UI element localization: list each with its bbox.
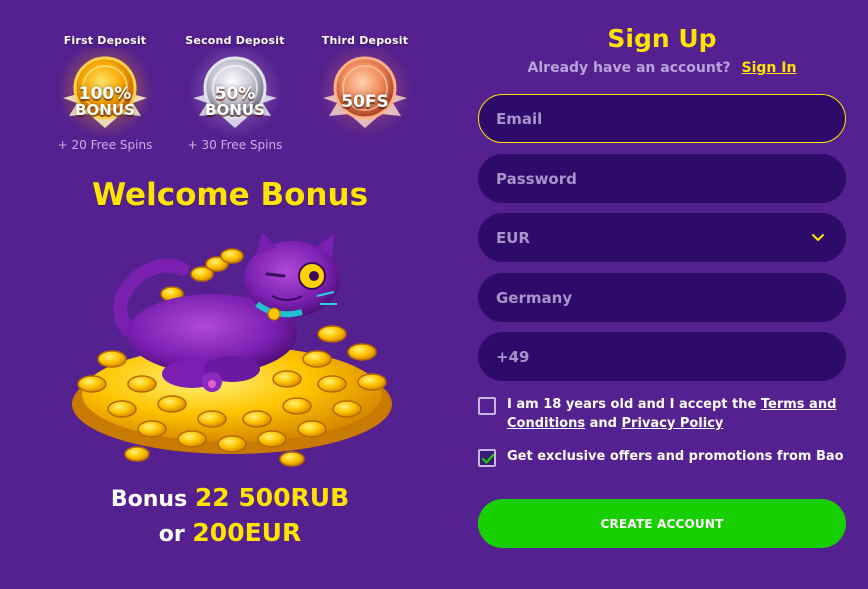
badge-value: 50FS <box>300 92 430 112</box>
badge-first-deposit: First Deposit 100% BONUS + 20 Free Spins <box>40 28 170 158</box>
badge-caption: Second Deposit <box>185 34 285 47</box>
password-input[interactable] <box>496 169 796 188</box>
signin-link[interactable]: Sign In <box>742 60 797 76</box>
badge-caption: First Deposit <box>63 34 147 47</box>
bonus-amount-eur: 200EUR <box>192 518 302 547</box>
age-terms-text: I am 18 years old and I accept the Terms… <box>507 395 846 433</box>
age-and: and <box>589 416 617 431</box>
welcome-bonus-title: Welcome Bonus <box>91 177 369 213</box>
cat-on-gold-coins-illustration <box>72 234 392 467</box>
badge-second-deposit: Second Deposit 50% BONUS + 30 Free Spins <box>170 28 300 158</box>
age-text: I am 18 years old and I accept the <box>507 397 757 412</box>
country-field[interactable]: Germany <box>478 273 846 322</box>
badge-value-line1: 50FS <box>341 92 389 112</box>
badge-value: 100% BONUS <box>40 86 170 119</box>
phone-prefix: +49 <box>496 347 530 366</box>
bonus-amount-line: Bonus 22 500RUB <box>0 483 460 512</box>
offers-checkbox[interactable] <box>478 449 496 467</box>
bonus-prefix: Bonus <box>110 487 188 512</box>
create-account-button[interactable]: CREATE ACCOUNT <box>478 499 846 548</box>
currency-select[interactable]: EUR <box>478 213 846 262</box>
badge-third-deposit: Third Deposit 50FS <box>300 28 430 158</box>
badge-value-line2: BONUS <box>75 101 135 119</box>
bonus-or: or <box>158 522 185 547</box>
checkmark-icon <box>481 453 495 464</box>
age-terms-checkbox[interactable] <box>478 397 496 415</box>
email-input[interactable] <box>496 109 796 128</box>
phone-field[interactable]: +49 <box>478 332 846 381</box>
badge-value: 50% BONUS <box>170 86 300 119</box>
offers-row: Get exclusive offers and promotions from… <box>478 447 846 467</box>
signup-title: Sign Up <box>607 24 717 53</box>
age-terms-row: I am 18 years old and I accept the Terms… <box>478 395 846 433</box>
bonus-alternative-line: or 200EUR <box>0 518 460 547</box>
badge-caption: Third Deposit <box>321 34 409 47</box>
currency-value: EUR <box>496 228 530 247</box>
country-value: Germany <box>496 288 573 307</box>
signup-form: Sign Up Already have an account? Sign In… <box>478 0 846 589</box>
privacy-policy-link[interactable]: Privacy Policy <box>622 416 724 431</box>
badge-free-spins: + 20 Free Spins <box>57 138 153 152</box>
offers-text: Get exclusive offers and promotions from… <box>507 449 844 464</box>
signin-prompt: Already have an account? Sign In <box>478 60 846 76</box>
have-account-text: Already have an account? <box>527 60 731 76</box>
badge-free-spins: + 30 Free Spins <box>187 138 283 152</box>
password-field[interactable] <box>478 154 846 203</box>
deposit-badges: First Deposit 100% BONUS + 20 Free Spins <box>40 28 440 158</box>
email-field[interactable] <box>478 94 846 143</box>
promo-panel: First Deposit 100% BONUS + 20 Free Spins <box>0 0 460 589</box>
chevron-down-icon <box>812 234 824 241</box>
badge-value-line2: BONUS <box>205 101 265 119</box>
bonus-amount-rub: 22 500RUB <box>194 483 350 512</box>
